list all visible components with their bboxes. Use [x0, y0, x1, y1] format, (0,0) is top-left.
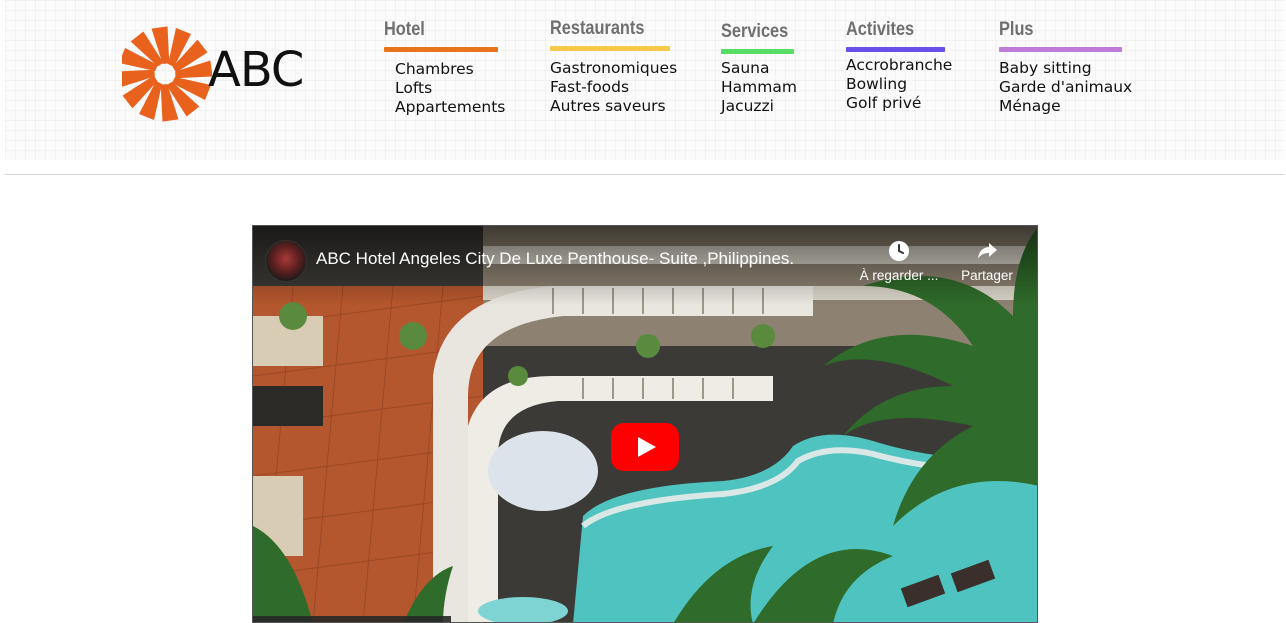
- logo-text: ABC: [208, 42, 304, 98]
- menu-item-chambres[interactable]: Chambres: [395, 60, 505, 79]
- site-header: ABC Hotel Chambres Lofts Appartements Re…: [5, 0, 1285, 160]
- menu-title-plus[interactable]: Plus: [999, 19, 1114, 41]
- menu-services: Services Sauna Hammam Jacuzzi: [721, 21, 799, 116]
- menu-bar-activites: [846, 47, 945, 52]
- header-divider: [5, 174, 1285, 175]
- menu-item-sauna[interactable]: Sauna: [721, 59, 799, 78]
- menu-item-lofts[interactable]: Lofts: [395, 79, 505, 98]
- menu-item-baby-sitting[interactable]: Baby sitting: [999, 59, 1132, 78]
- menu-item-menage[interactable]: Ménage: [999, 97, 1132, 116]
- menu-item-gastronomiques[interactable]: Gastronomiques: [550, 59, 677, 78]
- menu-item-bowling[interactable]: Bowling: [846, 75, 952, 94]
- share-icon: [978, 243, 997, 259]
- share-label: Partager: [961, 268, 1013, 283]
- menu-item-hammam[interactable]: Hammam: [721, 78, 799, 97]
- menu-plus: Plus Baby sitting Garde d'animaux Ménage: [999, 19, 1132, 116]
- channel-avatar[interactable]: [265, 240, 307, 282]
- menu-item-jacuzzi[interactable]: Jacuzzi: [721, 97, 799, 116]
- menu-activites: Activites Accrobranche Bowling Golf priv…: [846, 19, 952, 113]
- menu-restaurants: Restaurants Gastronomiques Fast-foods Au…: [550, 18, 677, 116]
- share-button[interactable]: Partager: [953, 240, 1021, 283]
- menu-item-autres-saveurs[interactable]: Autres saveurs: [550, 97, 677, 116]
- video-progress-strip: [253, 616, 451, 622]
- watch-later-label: À regarder ...: [859, 268, 939, 283]
- menu-title-services[interactable]: Services: [721, 21, 788, 43]
- menu-hotel: Hotel Chambres Lofts Appartements: [384, 19, 505, 117]
- menu-bar-hotel: [384, 47, 498, 52]
- menu-item-accrobranche[interactable]: Accrobranche: [846, 56, 952, 75]
- sunburst-logo-icon: [122, 26, 212, 122]
- menu-title-hotel[interactable]: Hotel: [384, 19, 488, 41]
- logo[interactable]: ABC: [122, 24, 304, 124]
- youtube-video-embed[interactable]: ABC Hotel Angeles City De Luxe Penthouse…: [252, 225, 1038, 623]
- play-button[interactable]: [611, 423, 679, 471]
- menu-bar-services: [721, 49, 794, 54]
- menu-bar-restaurants: [550, 46, 670, 51]
- menu-title-restaurants[interactable]: Restaurants: [550, 18, 659, 40]
- clock-icon: [889, 241, 909, 261]
- watch-later-button[interactable]: À regarder ...: [857, 240, 941, 283]
- menu-item-golf-prive[interactable]: Golf privé: [846, 94, 952, 113]
- menu-title-activites[interactable]: Activites: [846, 19, 937, 41]
- video-title[interactable]: ABC Hotel Angeles City De Luxe Penthouse…: [316, 249, 794, 269]
- menu-item-fast-foods[interactable]: Fast-foods: [550, 78, 677, 97]
- menu-bar-plus: [999, 47, 1122, 52]
- menu-item-garde-animaux[interactable]: Garde d'animaux: [999, 78, 1132, 97]
- menu-item-appartements[interactable]: Appartements: [395, 98, 505, 117]
